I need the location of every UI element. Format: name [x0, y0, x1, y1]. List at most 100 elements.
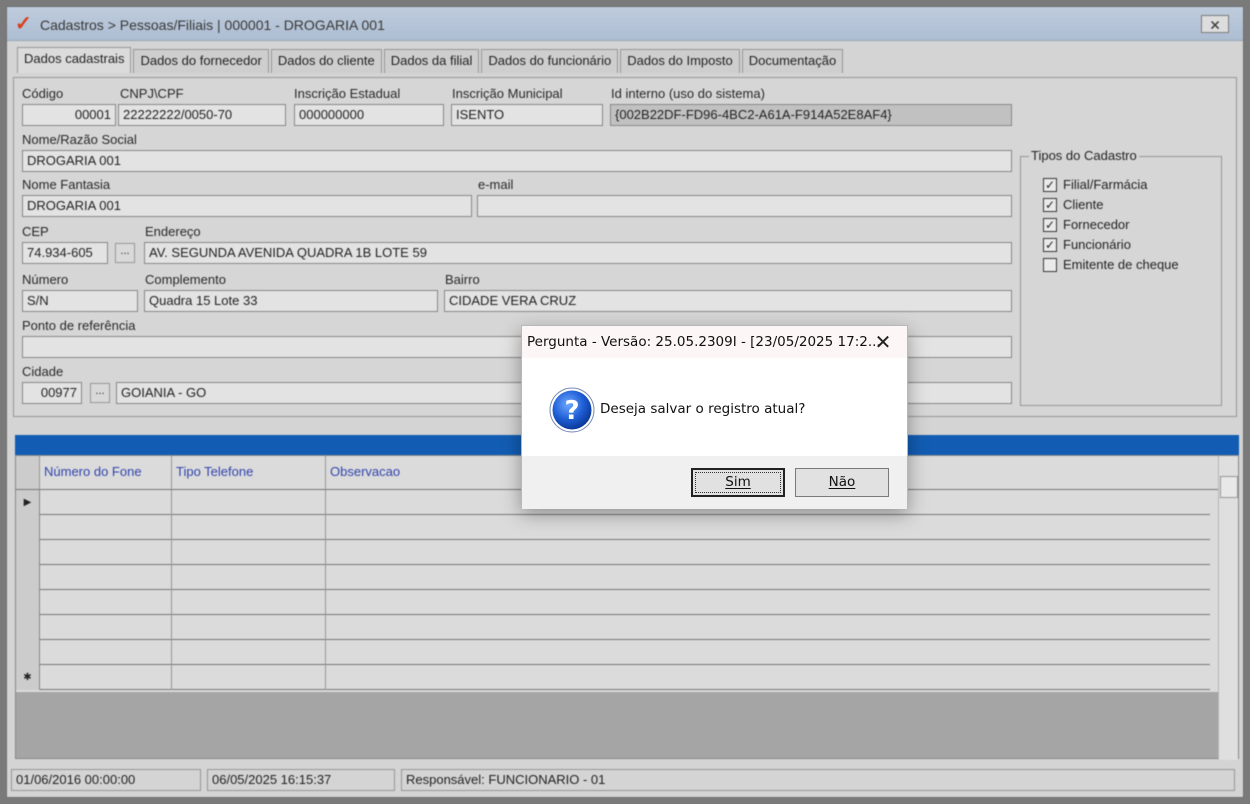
cidade-lookup-button[interactable]: ... — [90, 383, 110, 403]
checkbox-checked-icon: ✓ — [1043, 177, 1057, 192]
tab-dados-cadastrais[interactable]: Dados cadastrais — [17, 47, 132, 73]
table-cell[interactable] — [326, 515, 1218, 540]
numero-field[interactable]: S/N — [22, 290, 138, 312]
table-cell[interactable] — [326, 590, 1218, 615]
confirm-dialog: Pergunta - Versão: 25.05.2309I - [23/05/… — [521, 325, 908, 509]
table-cell[interactable] — [326, 540, 1218, 565]
no-button[interactable]: Não — [795, 468, 889, 497]
question-icon: ? — [549, 387, 595, 433]
table-row[interactable] — [16, 565, 1210, 590]
window-title: Cadastros > Pessoas/Filiais | 000001 - D… — [40, 17, 385, 33]
checkbox-emitente-cheque[interactable]: Emitente de cheque — [1043, 257, 1179, 272]
table-cell[interactable] — [40, 565, 172, 590]
numero-label: Número — [22, 272, 69, 287]
status-created: 01/06/2016 00:00:00 — [11, 769, 201, 791]
grid-vertical-scrollbar[interactable] — [1218, 456, 1238, 760]
table-cell[interactable] — [326, 615, 1218, 640]
table-cell[interactable] — [40, 540, 172, 565]
table-cell[interactable] — [172, 615, 326, 640]
row-indicator — [16, 615, 40, 640]
checkbox-label: Funcionário — [1063, 237, 1131, 252]
cep-field[interactable]: 74.934-605 — [22, 242, 108, 264]
table-cell[interactable] — [326, 565, 1218, 590]
dialog-title-bar: Pergunta - Versão: 25.05.2309I - [23/05/… — [522, 326, 907, 358]
table-row[interactable] — [16, 515, 1210, 540]
checkbox-funcionario[interactable]: ✓ Funcionário — [1043, 237, 1131, 252]
table-cell[interactable] — [40, 665, 172, 690]
cidade-code-field[interactable]: 00977 — [22, 382, 82, 404]
title-bar: ✓ Cadastros > Pessoas/Filiais | 000001 -… — [7, 7, 1243, 41]
status-modified: 06/05/2025 16:15:37 — [207, 769, 395, 791]
checkbox-cliente[interactable]: ✓ Cliente — [1043, 197, 1103, 212]
tab-dados-cliente[interactable]: Dados do cliente — [270, 49, 382, 73]
table-cell[interactable] — [40, 640, 172, 665]
nome-fantasia-field[interactable]: DROGARIA 001 — [22, 195, 472, 217]
tab-documentacao[interactable]: Documentação — [741, 49, 844, 73]
tipos-cadastro-title: Tipos do Cadastro — [1029, 148, 1139, 163]
table-cell[interactable] — [172, 590, 326, 615]
table-cell[interactable] — [172, 565, 326, 590]
email-field[interactable] — [477, 195, 1012, 217]
endereco-field[interactable]: AV. SEGUNDA AVENIDA QUADRA 1B LOTE 59 — [144, 242, 1012, 264]
dialog-close-button[interactable]: ✕ — [871, 330, 895, 354]
row-indicator — [16, 540, 40, 565]
inscricao-estadual-field[interactable]: 000000000 — [294, 104, 444, 126]
checkbox-filial-farmacia[interactable]: ✓ Filial/Farmácia — [1043, 177, 1148, 192]
app-logo-icon: ✓ — [15, 13, 32, 35]
table-cell[interactable] — [40, 615, 172, 640]
tab-strip: Dados cadastrais Dados do fornecedor Dad… — [17, 47, 845, 73]
inscricao-municipal-field[interactable]: ISENTO — [451, 104, 603, 126]
column-tipo-telefone[interactable]: Tipo Telefone — [172, 456, 326, 490]
table-cell[interactable] — [172, 665, 326, 690]
nome-fantasia-label: Nome Fantasia — [22, 177, 111, 192]
endereco-label: Endereço — [145, 224, 201, 239]
checkbox-label: Cliente — [1063, 197, 1104, 212]
table-row[interactable]: ✱ — [16, 665, 1210, 690]
row-indicator — [16, 565, 40, 590]
checkbox-checked-icon: ✓ — [1043, 197, 1057, 212]
table-row[interactable] — [16, 615, 1210, 640]
nome-razao-field[interactable]: DROGARIA 001 — [22, 150, 1012, 172]
table-row[interactable] — [16, 590, 1210, 615]
table-row[interactable] — [16, 540, 1210, 565]
checkbox-label: Fornecedor — [1063, 217, 1130, 232]
cnpj-field[interactable]: 22222222/0050-70 — [118, 104, 286, 126]
table-row[interactable] — [16, 640, 1210, 665]
email-label: e-mail — [478, 177, 514, 192]
table-cell[interactable] — [40, 515, 172, 540]
tab-dados-filial[interactable]: Dados da filial — [383, 49, 480, 73]
dialog-footer: Sim Não — [522, 456, 907, 509]
tipos-cadastro-group: Tipos do Cadastro ✓ Filial/Farmácia ✓ Clie… — [1020, 148, 1222, 406]
ponto-referencia-label: Ponto de referência — [22, 318, 136, 333]
tab-dados-imposto[interactable]: Dados do Imposto — [620, 49, 740, 73]
yes-button[interactable]: Sim — [691, 468, 785, 497]
codigo-label: Código — [22, 86, 64, 101]
cep-lookup-button[interactable]: ... — [115, 243, 135, 263]
table-cell[interactable] — [172, 640, 326, 665]
table-cell[interactable] — [326, 640, 1218, 665]
id-interno-label: Id interno (uso do sistema) — [611, 86, 765, 101]
checkbox-fornecedor[interactable]: ✓ Fornecedor — [1043, 217, 1129, 232]
checkbox-label: Filial/Farmácia — [1063, 177, 1148, 192]
tab-dados-fornecedor[interactable]: Dados do fornecedor — [133, 49, 269, 73]
complemento-field[interactable]: Quadra 15 Lote 33 — [144, 290, 438, 312]
table-cell[interactable] — [172, 490, 326, 515]
table-cell[interactable] — [326, 665, 1218, 690]
table-cell[interactable] — [172, 540, 326, 565]
window-close-button[interactable]: 🗙 — [1201, 15, 1229, 33]
new-row-indicator-icon: ✱ — [16, 665, 40, 690]
status-responsavel: Responsável: FUNCIONARIO - 01 — [401, 769, 1235, 791]
checkbox-checked-icon: ✓ — [1043, 217, 1057, 232]
checkbox-unchecked-icon — [1043, 257, 1057, 272]
column-numero-fone[interactable]: Número do Fone — [40, 456, 172, 490]
tab-dados-funcionario[interactable]: Dados do funcionário — [481, 49, 619, 73]
bairro-field[interactable]: CIDADE VERA CRUZ — [444, 290, 1012, 312]
table-cell[interactable] — [40, 590, 172, 615]
table-cell[interactable] — [172, 515, 326, 540]
dialog-message: Deseja salvar o registro atual? — [600, 401, 806, 417]
dialog-title: Pergunta - Versão: 25.05.2309I - [23/05/… — [527, 334, 881, 350]
codigo-field[interactable]: 00001 — [22, 104, 116, 126]
table-cell[interactable] — [40, 490, 172, 515]
row-indicator — [16, 640, 40, 665]
scrollbar-thumb[interactable] — [1220, 476, 1238, 498]
